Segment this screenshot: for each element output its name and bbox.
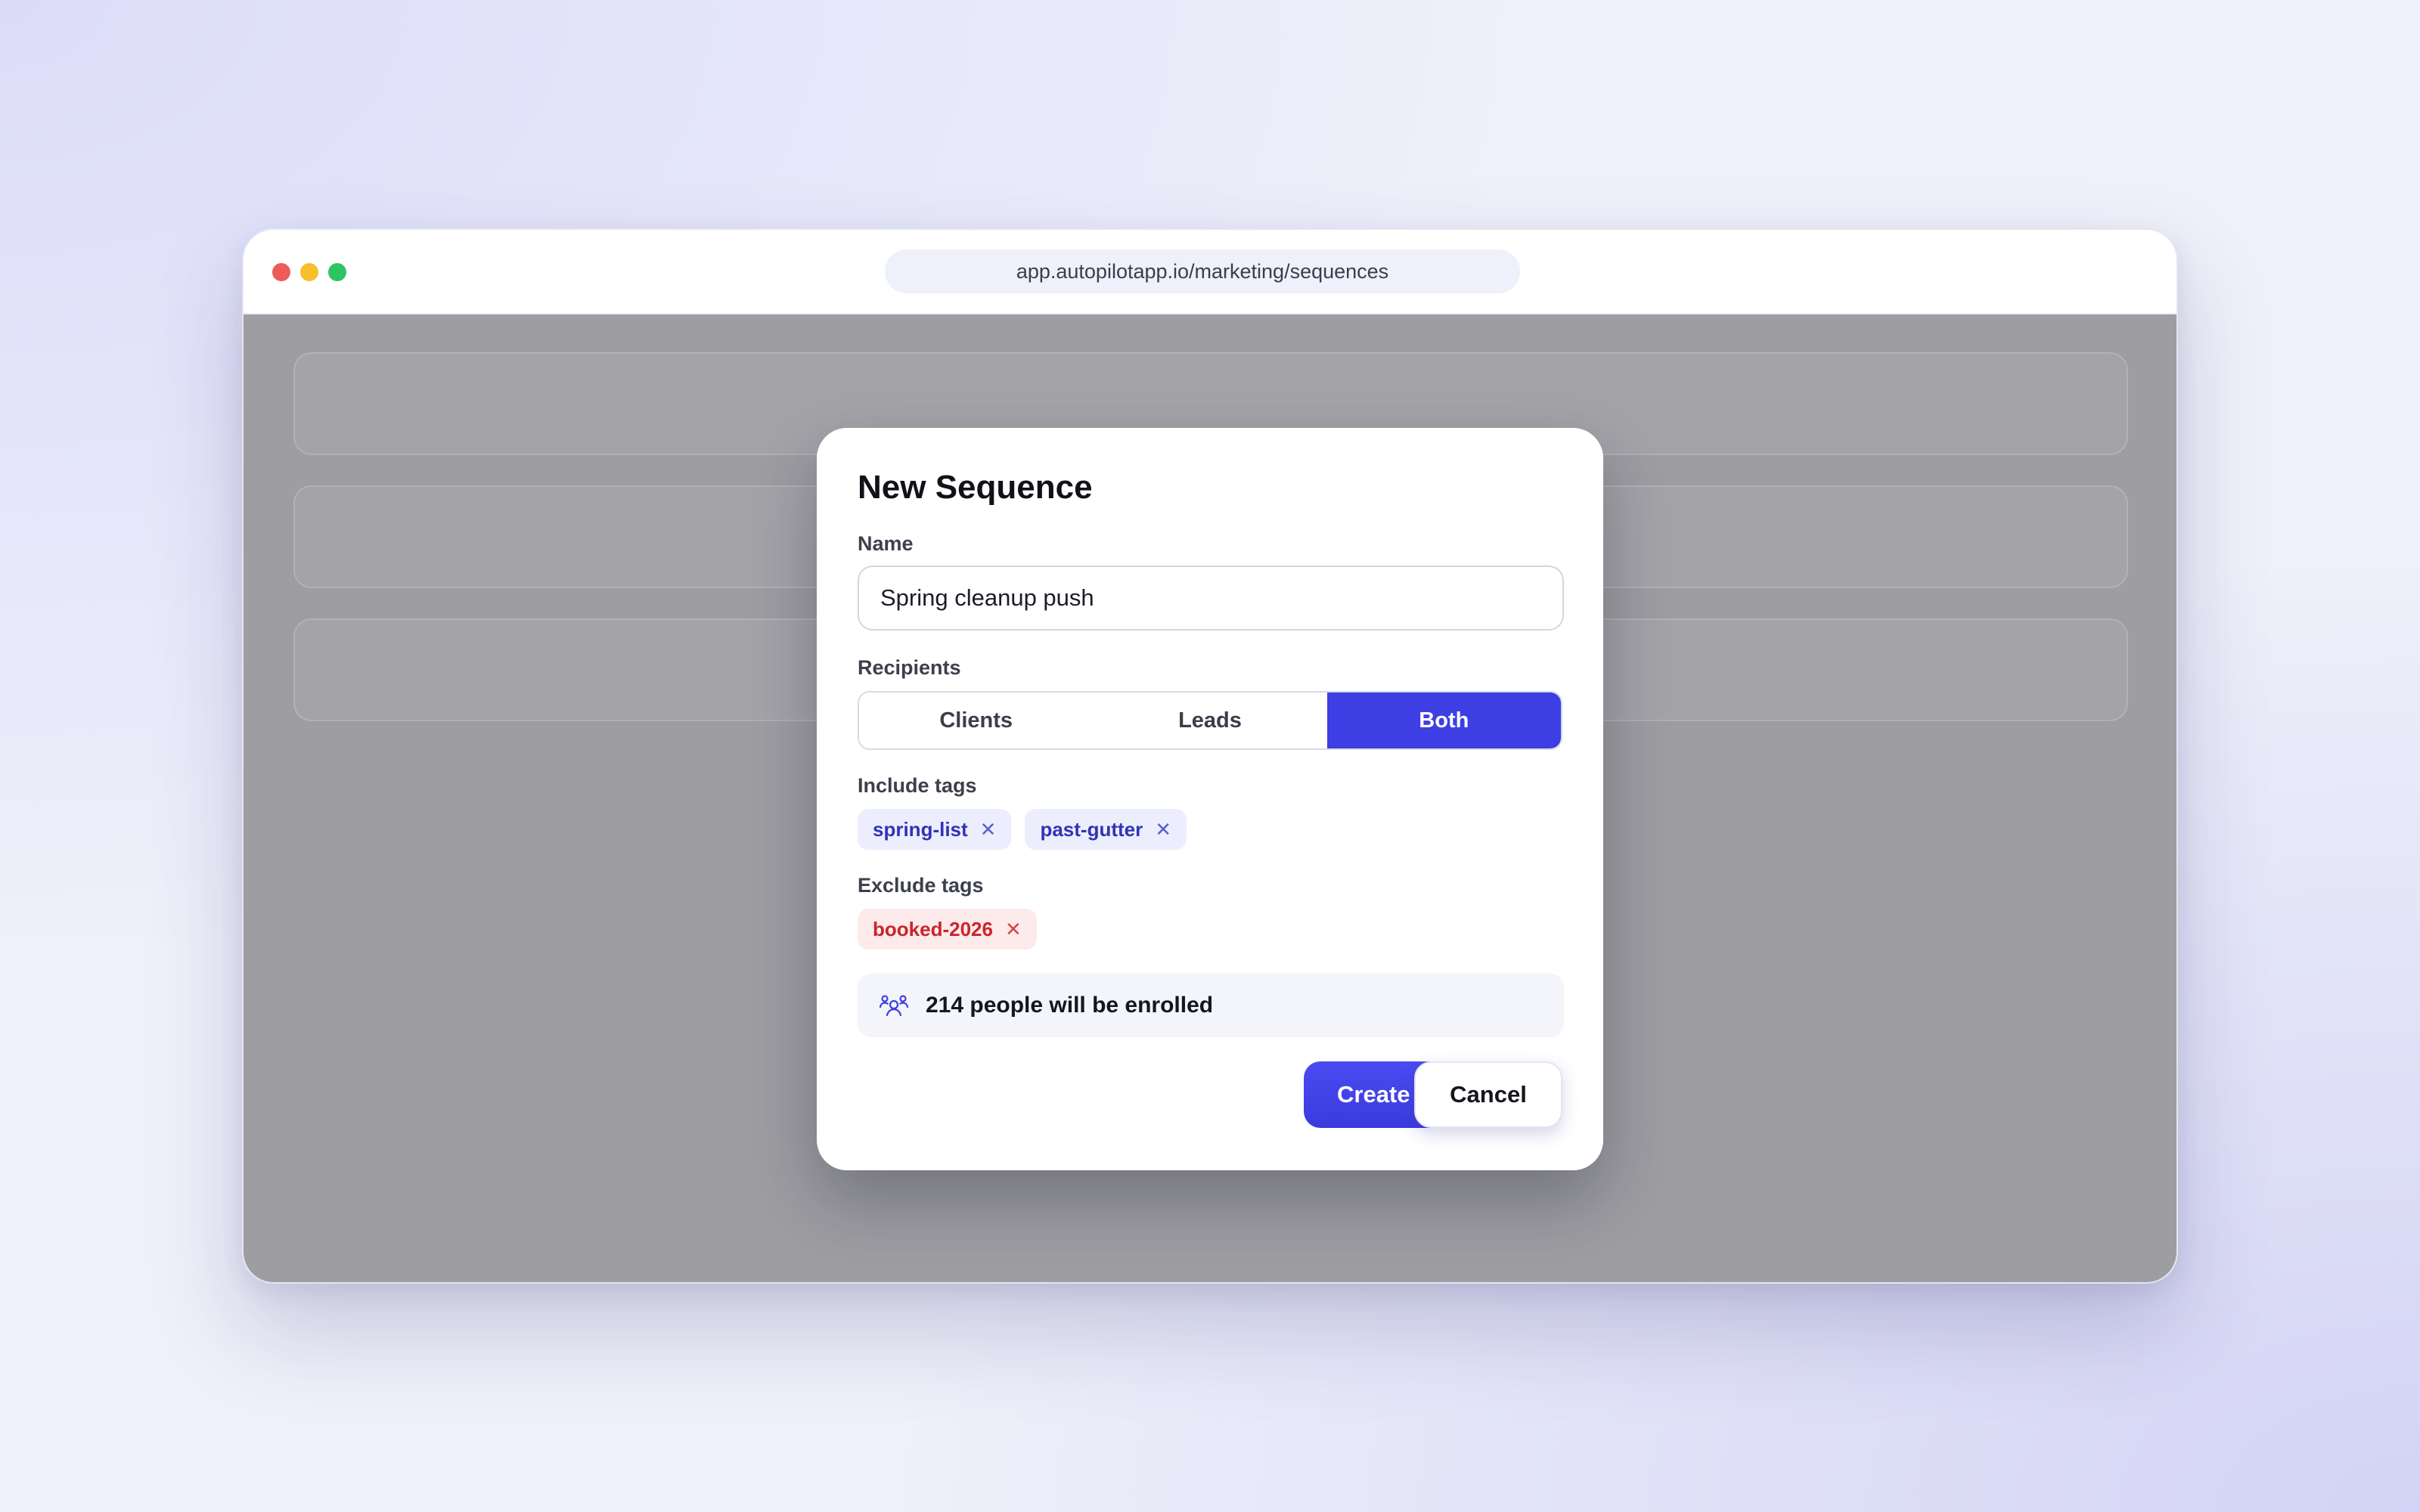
tag-label: spring-list [873,817,968,841]
tag-label: booked-2026 [873,917,993,940]
enrollment-summary: 214 people will be enrolled [858,974,1564,1037]
sequence-name-input[interactable] [858,565,1564,631]
dialog-title: New Sequence [858,469,1093,506]
close-window-button[interactable] [272,263,290,281]
new-sequence-dialog: New Sequence Name Recipients Clients Lea… [817,428,1603,1170]
recipients-option-leads[interactable]: Leads [1093,692,1327,748]
exclude-tags-label: Exclude tags [858,874,984,897]
include-tag: past-gutter ✕ [1025,809,1187,850]
include-tags-list: spring-list ✕ past-gutter ✕ [858,809,1187,850]
cancel-button[interactable]: Cancel [1414,1061,1562,1128]
include-tag: spring-list ✕ [858,809,1012,850]
maximize-window-button[interactable] [328,263,346,281]
recipients-label: Recipients [858,656,961,679]
tag-label: past-gutter [1040,817,1143,841]
exclude-tags-list: booked-2026 ✕ [858,909,1037,950]
name-label: Name [858,532,914,555]
recipients-segmented-control: Clients Leads Both [858,691,1562,750]
people-group-icon [879,995,909,1017]
recipients-option-clients[interactable]: Clients [859,692,1094,748]
minimize-window-button[interactable] [300,263,318,281]
include-tags-label: Include tags [858,774,977,797]
recipients-option-both[interactable]: Both [1326,692,1561,748]
address-bar[interactable]: app.autopilotapp.io/marketing/sequences [885,249,1520,293]
browser-titlebar: app.autopilotapp.io/marketing/sequences [244,230,2176,314]
close-icon[interactable]: ✕ [1005,919,1022,939]
enrollment-count-text: 214 people will be enrolled [926,993,1214,1018]
exclude-tag: booked-2026 ✕ [858,909,1037,950]
close-icon[interactable]: ✕ [980,820,997,839]
close-icon[interactable]: ✕ [1155,820,1171,839]
